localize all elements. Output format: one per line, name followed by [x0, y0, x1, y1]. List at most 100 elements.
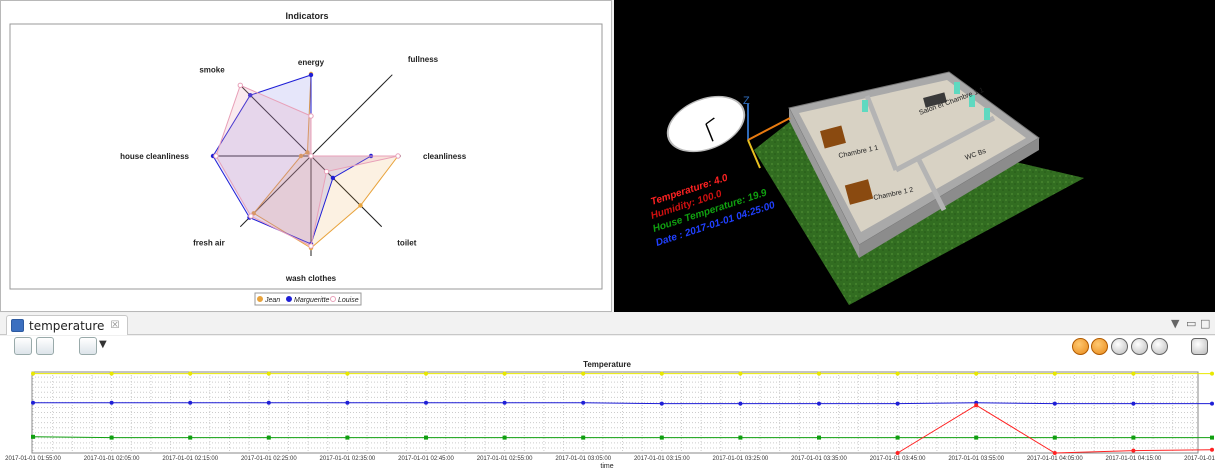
temperature-point [502, 371, 507, 376]
temperature-point [895, 401, 900, 406]
temperature-x-tick: 2017-01-01 03:45:00 [870, 456, 926, 462]
radar-axis-label: cleanliness [423, 152, 467, 161]
temperature-chart-panel: Temperature 2017-01-01 01:55:00 2017-01-01… [0, 358, 1215, 471]
temperature-point [738, 401, 743, 406]
radar-point [237, 82, 243, 88]
radar-legend-marker [330, 296, 336, 302]
zoom-fit-button[interactable] [1131, 338, 1148, 355]
temperature-x-tick: 2017-01-01 03:55:00 [948, 456, 1004, 462]
temperature-point [1210, 401, 1214, 406]
temperature-x-tick: 2017-01-01 02:15:00 [162, 456, 218, 462]
radar-axis-line [310, 74, 393, 157]
layers-dropdown-icon[interactable]: ▼ [99, 339, 107, 350]
view-menu-icon[interactable]: ▼ [1171, 317, 1179, 330]
temperature-title: Temperature [583, 360, 631, 369]
temperature-point [109, 371, 114, 376]
temperature-point [659, 435, 664, 440]
maximize-icon[interactable]: □ [1200, 317, 1210, 330]
zoom-out-button[interactable] [1151, 338, 1168, 355]
temperature-x-tick: 2017-01-01 01:55:00 [5, 456, 61, 462]
house-scene[interactable]: Chambre 1 1 Salon et Chambre 1 1 Chambre… [614, 0, 1215, 312]
temperature-x-tick: 2017-01-01 02:55:00 [477, 456, 533, 462]
temperature-x-tick: 2017-01-01 04:25:00 [1184, 456, 1215, 462]
temperature-point [266, 400, 271, 405]
temperature-point [188, 371, 193, 376]
temperature-point [31, 434, 35, 439]
temperature-point [1210, 371, 1214, 376]
temperature-point [1052, 401, 1057, 406]
minimize-icon[interactable]: ▭ [1186, 317, 1196, 330]
temperature-point [581, 400, 586, 405]
temperature-point [424, 400, 428, 405]
temperature-point [502, 435, 507, 440]
radar-title: Indicators [285, 11, 328, 21]
temperature-x-tick: 2017-01-01 03:05:00 [555, 456, 611, 462]
door-4 [984, 108, 990, 120]
temperature-point [895, 451, 900, 455]
temperature-point [109, 400, 114, 405]
radar-axis-label: smoke [199, 66, 225, 75]
radar-point [358, 203, 363, 208]
pause-button[interactable] [1072, 338, 1089, 355]
temperature-point [895, 435, 900, 440]
radar-axis-label: energy [298, 58, 325, 67]
temperature-point [1131, 435, 1136, 440]
door-2 [954, 82, 960, 94]
temperature-point [345, 400, 350, 405]
clock [666, 95, 746, 153]
sync-button[interactable] [1091, 338, 1108, 355]
radar-legend-marker [286, 296, 292, 302]
temperature-point [1210, 435, 1214, 440]
layers-button[interactable] [79, 337, 97, 355]
temperature-point [974, 371, 979, 376]
z-axis-label: Z [743, 95, 750, 107]
radar-legend-label: Margueritte [294, 297, 330, 304]
radar-point [308, 243, 314, 249]
close-tab-icon[interactable]: ☒ [110, 320, 119, 331]
temperature-point [345, 435, 350, 440]
toggle-sidebar-button[interactable] [14, 337, 32, 355]
temperature-point [1210, 447, 1214, 452]
radar-axis-label: wash clothes [285, 274, 337, 283]
temperature-point [974, 435, 979, 440]
temperature-point [738, 435, 743, 440]
temperature-point [502, 400, 507, 405]
temperature-point [817, 401, 821, 406]
temperature-x-tick: 2017-01-01 02:35:00 [320, 456, 376, 462]
temperature-point [266, 371, 271, 376]
temperature-x-tick: 2017-01-01 03:35:00 [791, 456, 847, 462]
temperature-point [895, 371, 900, 376]
temperature-point [659, 401, 664, 406]
temperature-point [31, 371, 35, 376]
snapshot-camera-button[interactable] [1191, 338, 1208, 355]
temperature-x-tick: 2017-01-01 03:25:00 [713, 456, 769, 462]
tab-temperature[interactable]: temperature ☒ [6, 315, 129, 335]
temperature-x-tick: 2017-01-01 04:05:00 [1027, 456, 1083, 462]
indicators-radar-panel: Indicators energy fullness cleanliness toile… [0, 0, 612, 312]
radar-legend: Jean Margueritte Louise [254, 292, 362, 306]
zoom-in-button[interactable] [1111, 338, 1128, 355]
radar-legend-label: Jean [264, 297, 280, 304]
temperature-point [974, 403, 979, 408]
temperature-point [581, 371, 586, 376]
app-window: Indicators energy fullness cleanliness toile… [0, 0, 1215, 471]
temperature-point [581, 435, 586, 440]
radar-point [308, 153, 314, 159]
temperature-x-tick: 2017-01-01 03:15:00 [634, 456, 690, 462]
radar-point [330, 175, 336, 181]
tab-label: temperature [29, 318, 105, 333]
radar-axis-label: fresh air [193, 238, 225, 247]
view-tab-bar: temperature ☒ ▼ ▭ □ [0, 313, 1215, 335]
temperature-point [1052, 371, 1057, 376]
temperature-chart: Temperature 2017-01-01 01:55:00 2017-01-01… [5, 360, 1215, 470]
house-3d-view[interactable]: Chambre 1 1 Salon et Chambre 1 1 Chambre… [614, 0, 1215, 312]
radar-point [308, 72, 314, 78]
temperature-x-tick: 2017-01-01 02:45:00 [398, 456, 454, 462]
display-view-icon [11, 319, 24, 332]
temperature-point [424, 371, 428, 376]
temperature-point [817, 371, 821, 376]
temperature-point [188, 435, 193, 440]
radar-point [248, 213, 254, 219]
save-snapshot-button[interactable] [36, 337, 54, 355]
temperature-point [266, 435, 271, 440]
